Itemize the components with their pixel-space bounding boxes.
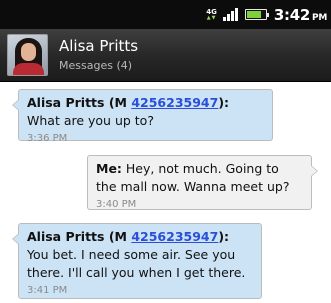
sender-suffix: ): — [218, 95, 230, 110]
contact-name: Alisa Pritts — [59, 37, 139, 55]
bubble-tail — [12, 99, 19, 111]
message-text: You bet. I need some air. See you there.… — [27, 247, 246, 280]
sender-name: Me: — [96, 161, 122, 176]
contact-avatar[interactable] — [7, 34, 48, 76]
contact-info: Alisa Pritts Messages (4) — [59, 37, 138, 73]
sender-name: Alisa Pritts (M — [27, 95, 132, 110]
message-timestamp: 3:40 PM — [96, 199, 137, 210]
bubble-tail — [12, 233, 19, 245]
network-4g-icon: 4G ▲▼ — [206, 8, 217, 21]
message-text: What are you up to? — [27, 113, 154, 128]
message-bubble-outgoing[interactable]: Me: Hey, not much. Going to the mall now… — [87, 155, 318, 210]
sender-suffix: ): — [218, 229, 230, 244]
message-timestamp: 3:41 PM — [27, 285, 68, 296]
battery-icon — [244, 9, 269, 20]
bubble-tail — [311, 165, 318, 177]
clock-time: 3:42 — [273, 5, 311, 24]
phone-number-link[interactable]: 4256235947 — [131, 229, 218, 244]
phone-number-link[interactable]: 4256235947 — [131, 95, 218, 110]
message-count: Messages (4) — [59, 59, 133, 72]
signal-bars-icon — [222, 8, 239, 21]
message-bubble-incoming[interactable]: Alisa Pritts (M 4256235947): You bet. I … — [12, 223, 262, 299]
message-text: Hey, not much. Going to the mall now. Wa… — [96, 161, 290, 194]
sender-name: Alisa Pritts (M — [27, 229, 132, 244]
status-clock: 3:42 PM — [274, 6, 327, 24]
message-thread[interactable]: Alisa Pritts (M 4256235947): What are yo… — [0, 83, 331, 303]
message-bubble-incoming[interactable]: Alisa Pritts (M 4256235947): What are yo… — [12, 89, 273, 144]
clock-ampm: PM — [312, 12, 327, 23]
conversation-header: Alisa Pritts Messages (4) — [0, 29, 331, 82]
message-timestamp: 3:36 PM — [27, 133, 68, 144]
status-bar: 4G ▲▼ 3:42 PM — [0, 0, 331, 29]
